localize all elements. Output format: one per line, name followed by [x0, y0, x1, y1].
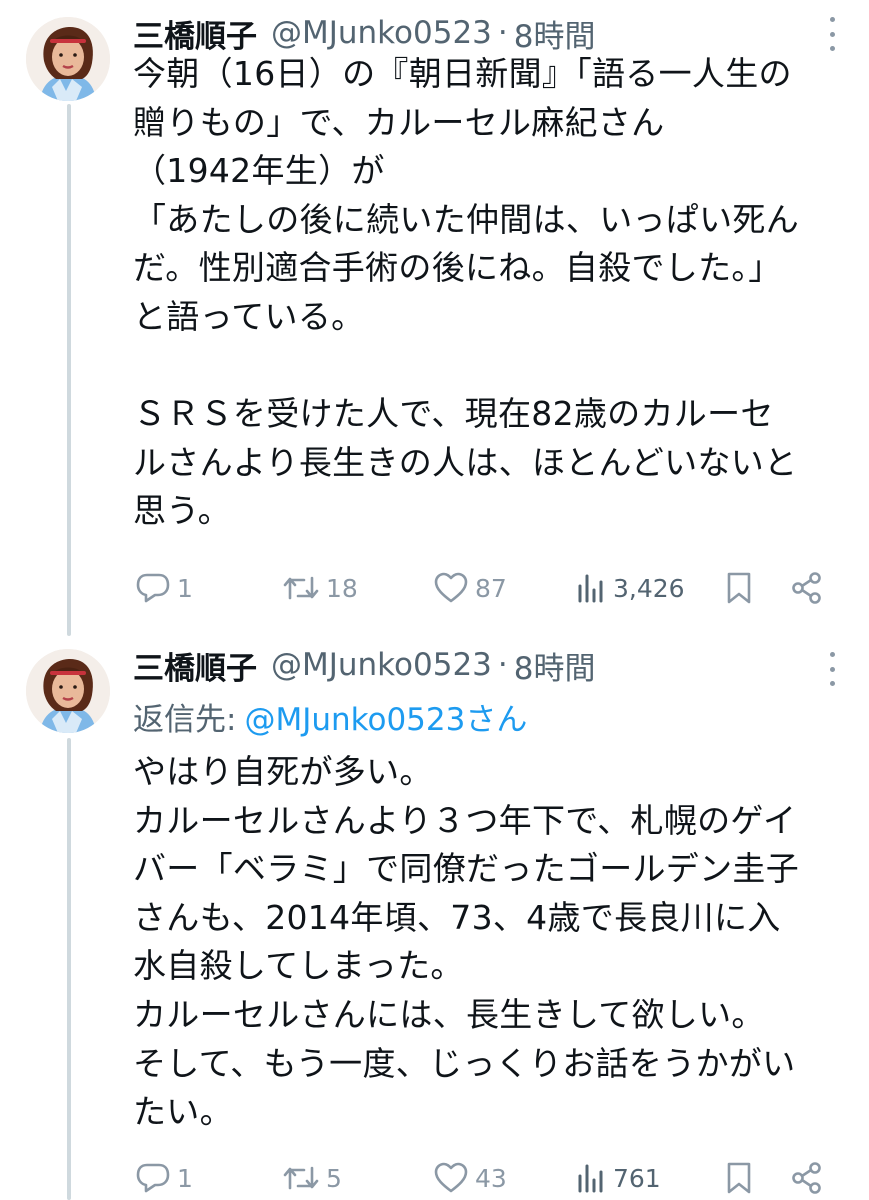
- tweet-text-line: やはり自死が多い。: [133, 752, 433, 791]
- tweet-actions: 1 18 87 3,426: [135, 568, 835, 608]
- display-name[interactable]: 三橋順子: [133, 11, 257, 56]
- tweet-text-line: ルさんより長生きの人は、ほとんどいないと: [133, 442, 798, 482]
- retweet-icon: [283, 1166, 319, 1190]
- views-icon: [578, 574, 603, 603]
- reply-count: 1: [177, 573, 193, 603]
- tweet-text-line: たい。: [133, 1092, 233, 1132]
- reply-button[interactable]: 1: [135, 1158, 193, 1198]
- user-handle[interactable]: @MJunko0523: [271, 15, 492, 51]
- separator-dot: ·: [497, 647, 508, 683]
- tweet-text: やはり自死が多い。 カルーセルさんより３つ年下で、札幌のゲイ バー「ベラミ」で同…: [133, 748, 853, 1137]
- avatar[interactable]: [26, 649, 110, 733]
- user-handle[interactable]: @MJunko0523: [271, 647, 492, 683]
- tweet-text-line: 水自殺してしまった。: [133, 946, 464, 986]
- tweet-text-line: だ。性別適合手術の後にね。自殺でした。」: [133, 248, 782, 288]
- tweet-text-line: 贈りもの」で、カルーセル麻紀さん: [133, 102, 665, 142]
- comment-icon: [136, 1163, 170, 1193]
- tweet[interactable]: 三橋順子 @MJunko0523 · 8時間 返信先: @MJunko0523さん…: [0, 636, 869, 1200]
- tweet-text-line: バー「ベラミ」で同僚だったゴールデン圭子: [133, 849, 799, 889]
- views-button[interactable]: 761: [575, 1158, 661, 1198]
- timestamp[interactable]: 8時間: [514, 643, 596, 688]
- tweet-text: 今朝（16日）の『朝日新聞』「語る一人生の 贈りもの」で、カルーセル麻紀さん （…: [133, 50, 853, 536]
- retweet-button[interactable]: 5: [282, 1158, 342, 1198]
- comment-icon: [136, 573, 170, 603]
- like-button[interactable]: 87: [433, 568, 507, 608]
- tweet-text-line: カルーセルさんには、長生きして欲しい。: [133, 994, 765, 1034]
- bookmark-icon: [727, 572, 751, 604]
- reply-mention-link[interactable]: @MJunko0523さん: [244, 702, 527, 738]
- share-button[interactable]: [790, 568, 824, 608]
- tweet-text-line: さんも、2014年頃、73、4歳で長良川に入: [133, 897, 781, 937]
- reply-context: 返信先: @MJunko0523さん: [133, 694, 527, 739]
- retweet-button[interactable]: 18: [282, 568, 358, 608]
- more-icon[interactable]: [825, 652, 839, 686]
- view-count: 3,426: [613, 573, 685, 603]
- like-count: 43: [475, 1163, 507, 1193]
- view-count: 761: [613, 1163, 661, 1193]
- timestamp[interactable]: 8時間: [514, 11, 596, 56]
- like-button[interactable]: 43: [433, 1158, 507, 1198]
- retweet-count: 5: [326, 1163, 342, 1193]
- tweet-text-line: 思う。: [133, 491, 231, 531]
- like-count: 87: [475, 573, 507, 603]
- views-icon: [578, 1164, 603, 1193]
- like-icon: [434, 1162, 468, 1193]
- tweet-header: 三橋順子 @MJunko0523 · 8時間: [133, 640, 595, 690]
- tweet-actions: 1 5 43 761: [135, 1158, 835, 1198]
- tweet[interactable]: 三橋順子 @MJunko0523 · 8時間 今朝（16日）の『朝日新聞』「語る…: [0, 0, 869, 620]
- tweet-text-line: （1942年生）が: [133, 151, 385, 191]
- tweet-text-line: と語っている。: [133, 296, 365, 336]
- share-icon: [792, 1162, 821, 1194]
- reply-count: 1: [177, 1163, 193, 1193]
- bookmark-icon: [727, 1162, 751, 1194]
- like-icon: [434, 572, 468, 603]
- views-button[interactable]: 3,426: [575, 568, 685, 608]
- share-button[interactable]: [790, 1158, 824, 1198]
- avatar[interactable]: [26, 17, 110, 101]
- more-icon[interactable]: [825, 17, 839, 51]
- bookmark-button[interactable]: [724, 568, 754, 608]
- tweet-text-line: [133, 342, 853, 391]
- bookmark-button[interactable]: [724, 1158, 754, 1198]
- share-icon: [792, 572, 821, 604]
- retweet-icon: [283, 576, 319, 600]
- tweet-text-line: 今朝（16日）の『朝日新聞』「語る一人生の: [133, 54, 792, 93]
- tweet-text-line: カルーセルさんより３つ年下で、札幌のゲイ: [133, 800, 797, 840]
- tweet-text-line: 「あたしの後に続いた仲間は、いっぱい死ん: [133, 199, 799, 239]
- tweet-text-line: ＳＲＳを受けた人で、現在82歳のカルーセ: [133, 394, 774, 434]
- separator-dot: ·: [497, 15, 508, 51]
- retweet-count: 18: [326, 573, 358, 603]
- reply-prefix: 返信先:: [133, 702, 237, 738]
- reply-button[interactable]: 1: [135, 568, 193, 608]
- tweet-text-line: そして、もう一度、じっくりお話をうかがい: [133, 1043, 796, 1083]
- display-name[interactable]: 三橋順子: [133, 643, 257, 688]
